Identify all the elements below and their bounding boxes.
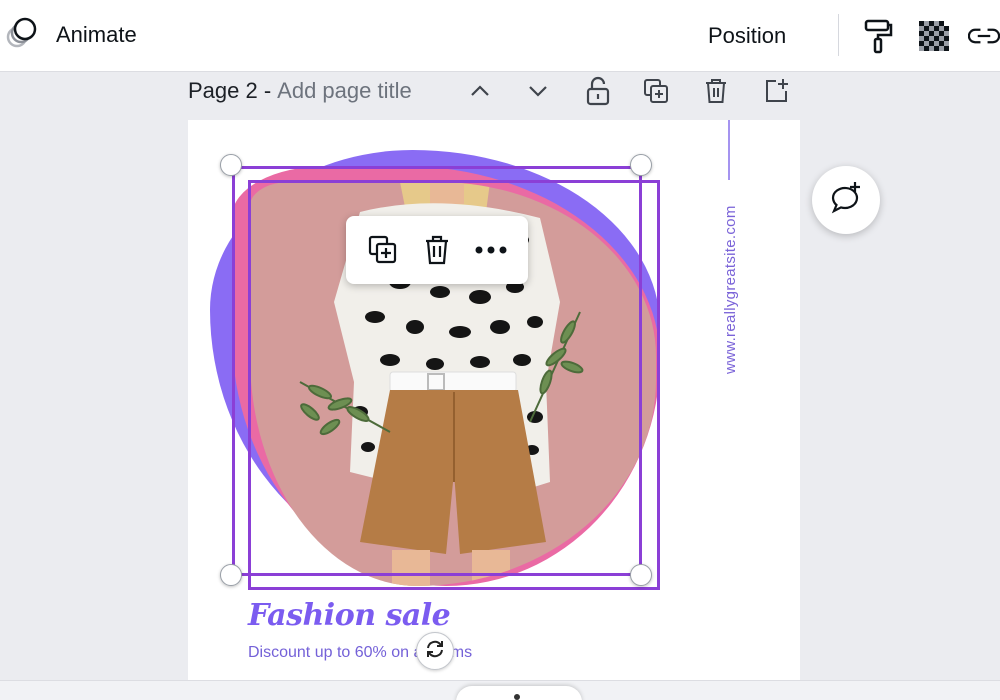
page-header: Page 2 - <box>188 72 448 110</box>
animate-icon <box>4 13 44 58</box>
top-toolbar: Animate Position <box>0 0 1000 72</box>
page-title-input[interactable] <box>277 78 448 104</box>
rotate-handle[interactable] <box>416 632 454 670</box>
more-icon[interactable] <box>469 228 513 272</box>
chevron-down-icon[interactable] <box>520 72 556 110</box>
paint-roller-icon[interactable] <box>858 16 898 56</box>
animate-button[interactable]: Animate <box>4 14 137 56</box>
resize-handle-bottom-left[interactable] <box>220 564 242 586</box>
add-page-icon[interactable] <box>758 72 794 110</box>
resize-handle-top-left[interactable] <box>220 154 242 176</box>
unlock-icon[interactable] <box>580 72 616 110</box>
vertical-url-label: www.reallygreatsite.com <box>722 205 739 374</box>
headline-text[interactable]: Fashion sale <box>248 598 451 633</box>
vertical-rule <box>728 120 730 180</box>
element-context-toolbar <box>346 216 528 284</box>
link-icon[interactable] <box>968 16 1000 56</box>
resize-handle-top-right[interactable] <box>630 154 652 176</box>
position-button[interactable]: Position <box>708 18 786 54</box>
toolbar-divider <box>838 14 839 56</box>
design-canvas[interactable]: www.reallygreatsite.com Fashion sale Dis… <box>188 120 800 680</box>
chevron-up-icon[interactable] <box>462 72 498 110</box>
duplicate-page-icon[interactable] <box>638 72 674 110</box>
duplicate-icon[interactable] <box>361 228 405 272</box>
page-label: Page 2 - <box>188 78 272 103</box>
add-comment-button[interactable] <box>812 166 880 234</box>
delete-page-icon[interactable] <box>698 72 734 110</box>
position-label: Position <box>708 23 787 48</box>
transparency-icon[interactable] <box>914 16 954 56</box>
add-comment-icon <box>827 179 865 222</box>
trash-icon[interactable] <box>415 228 459 272</box>
rotate-icon <box>424 638 446 665</box>
resize-handle-bottom-right[interactable] <box>630 564 652 586</box>
handle-dot <box>514 694 520 700</box>
bottom-panel-handle[interactable] <box>456 686 582 700</box>
animate-label: Animate <box>56 22 137 47</box>
